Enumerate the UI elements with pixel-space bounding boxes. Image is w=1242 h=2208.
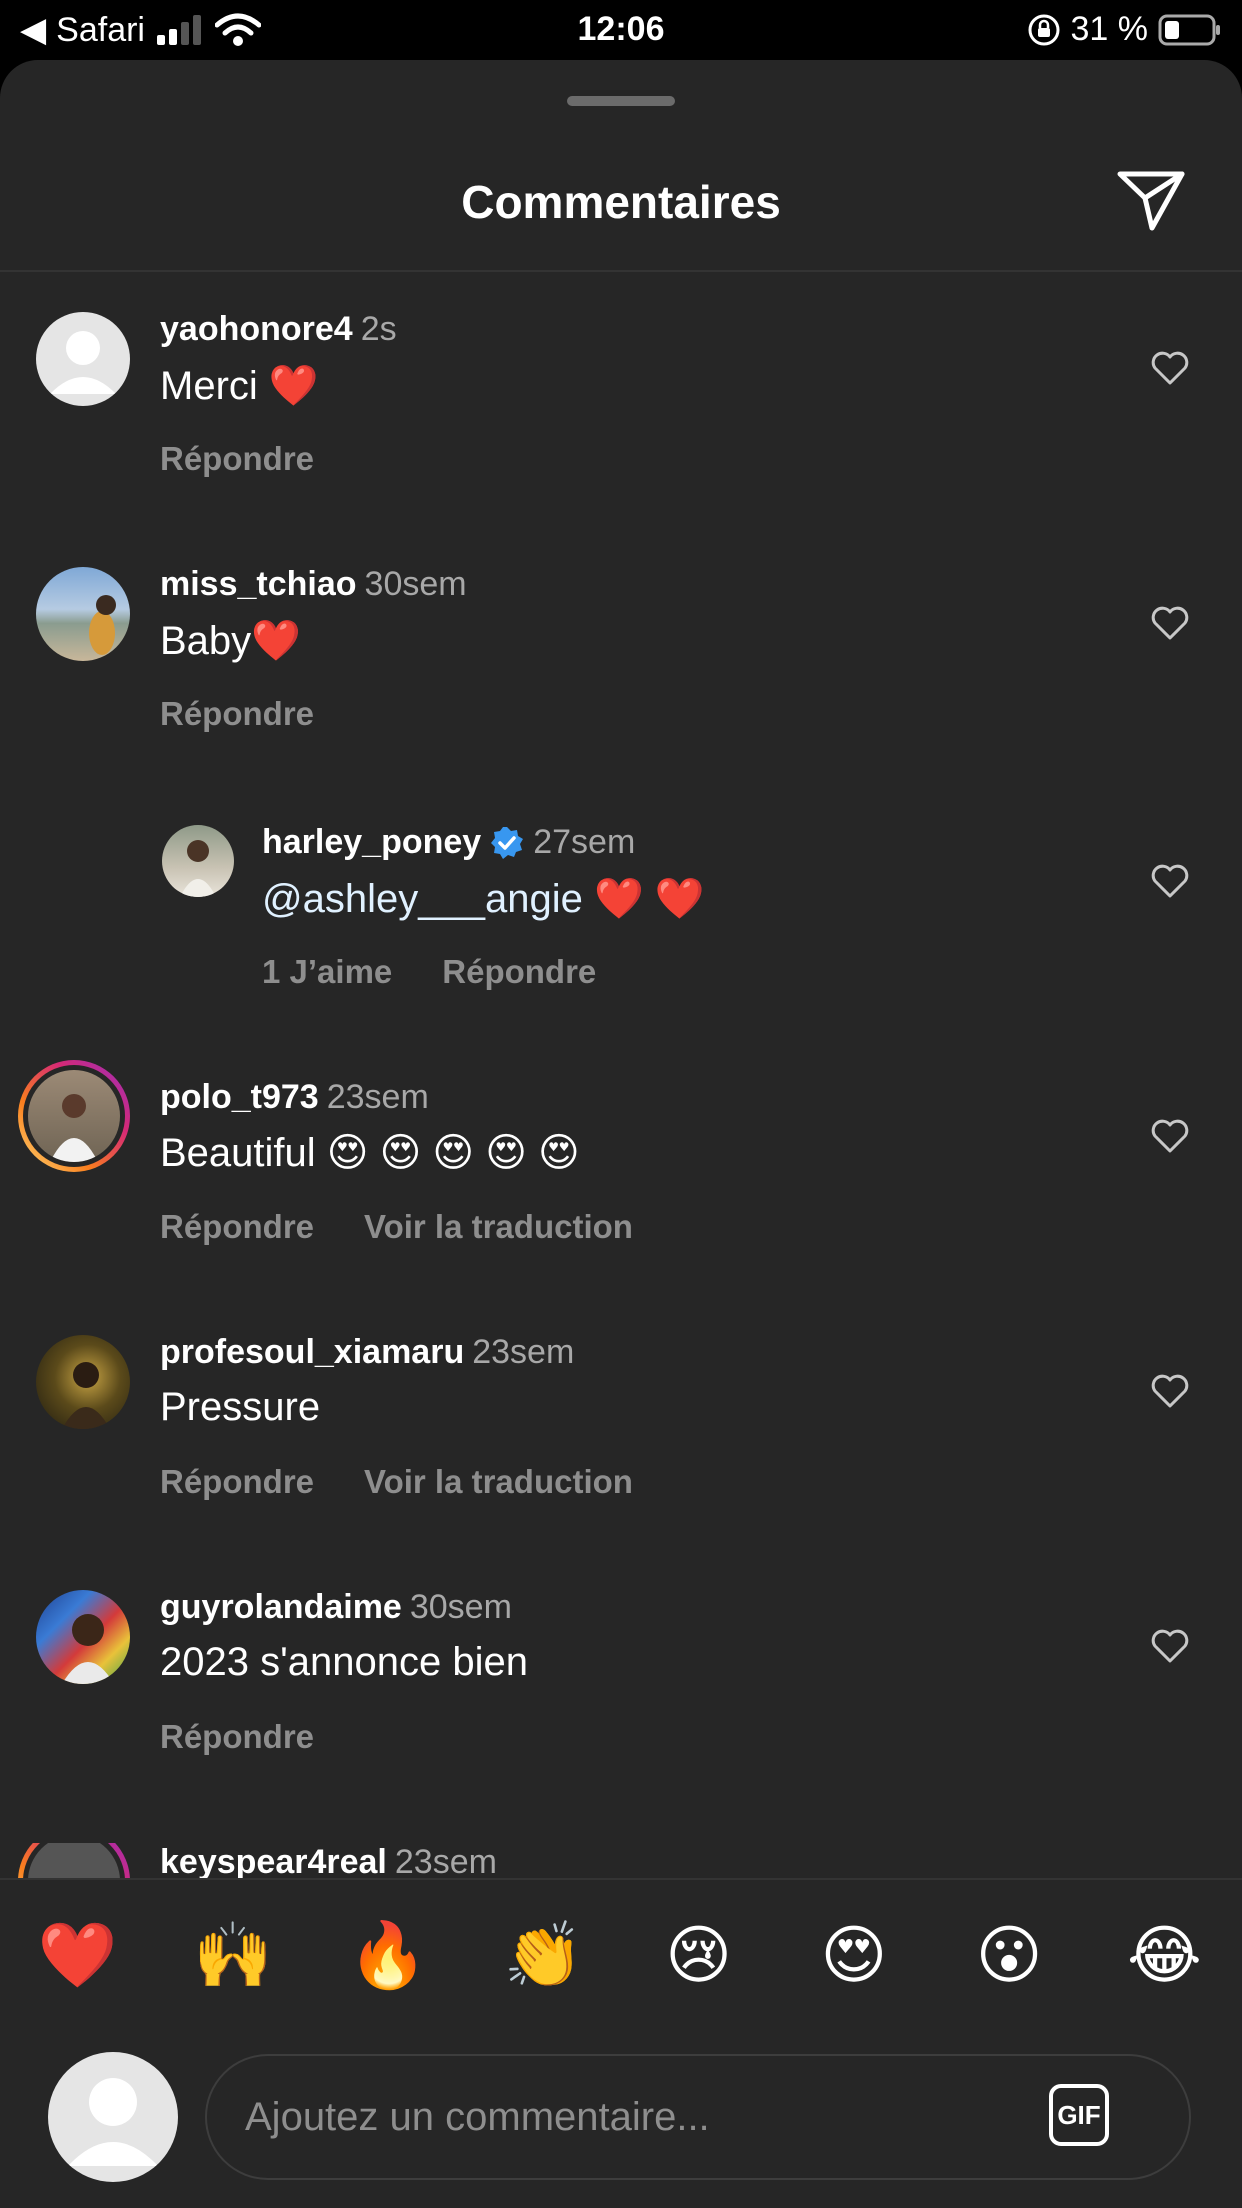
- emoji-clap[interactable]: 👏: [483, 1918, 603, 1993]
- reply-button[interactable]: Répondre: [442, 953, 596, 991]
- battery-icon: [1158, 14, 1220, 45]
- comment-composer: GIF: [0, 2028, 1242, 2208]
- avatar-with-story-ring[interactable]: [18, 1843, 130, 1878]
- reply-button[interactable]: Répondre: [160, 695, 314, 733]
- send-icon[interactable]: [1116, 170, 1186, 232]
- comment-username[interactable]: harley_poney: [262, 823, 481, 862]
- comment-actions: Répondre: [160, 440, 314, 478]
- comment-item: keyspear4real 23sem: [0, 1843, 1242, 1878]
- heart-icon[interactable]: [1150, 1118, 1190, 1154]
- profile-photo: [62, 1362, 110, 1429]
- comment-time: 30sem: [409, 1588, 512, 1626]
- comment-item: yaohonore4 2s Merci ❤️ Répondre: [0, 310, 1242, 550]
- reply-item: harley_poney 27sem @ashley___angie ❤️ ❤️…: [0, 823, 1242, 1063]
- reply-button[interactable]: Répondre: [160, 1463, 314, 1501]
- comment-username[interactable]: miss_tchiao: [160, 565, 357, 603]
- emoji-heart-eyes[interactable]: 😍: [794, 1918, 914, 1993]
- comment-time: 23sem: [394, 1843, 497, 1878]
- comment-text: @ashley___angie ❤️ ❤️: [262, 877, 705, 921]
- gif-button[interactable]: GIF: [1049, 2084, 1109, 2146]
- default-avatar-icon: [68, 2078, 158, 2166]
- comment-text: Beautiful 😍 😍 😍 😍 😍: [160, 1131, 580, 1175]
- emoji-crying[interactable]: 😢: [639, 1918, 759, 1993]
- comment-username[interactable]: profesoul_xiamaru: [160, 1333, 464, 1371]
- comment-text: 2023 s'annonce bien: [160, 1640, 528, 1684]
- profile-photo: [62, 1614, 114, 1684]
- comment-username[interactable]: yaohonore4: [160, 310, 353, 348]
- see-translation-button[interactable]: Voir la traduction: [364, 1208, 633, 1246]
- profile-photo: [180, 840, 216, 897]
- status-bar: ◀ Safari 12:06 31 %: [0, 0, 1242, 60]
- comment-username[interactable]: guyrolandaime: [160, 1588, 402, 1626]
- comment-input[interactable]: [243, 2086, 1027, 2148]
- status-right: 31 %: [1027, 10, 1223, 49]
- comment-time: 27sem: [533, 823, 636, 861]
- heart-icon[interactable]: [1150, 605, 1190, 641]
- comment-text: Baby❤️: [160, 619, 301, 663]
- emoji-reaction-bar: ❤️ 🙌 🔥 👏 😢 😍 😮 😂: [0, 1878, 1242, 2030]
- comment-actions: 1 J’aime Répondre: [262, 953, 596, 991]
- default-avatar-icon: [50, 331, 116, 394]
- comment-header: polo_t973 23sem: [160, 1078, 429, 1117]
- emoji-raised-hands[interactable]: 🙌: [173, 1918, 293, 1993]
- emoji-laughing[interactable]: 😂: [1104, 1918, 1224, 1993]
- comment-actions: Répondre Voir la traduction: [160, 1463, 633, 1501]
- reply-button[interactable]: Répondre: [160, 440, 314, 478]
- beach-photo: [89, 595, 116, 655]
- orientation-lock-icon: [1028, 14, 1059, 45]
- avatar[interactable]: [48, 2052, 178, 2182]
- comment-time: 2s: [360, 310, 397, 348]
- likes-count-button[interactable]: 1 J’aime: [262, 953, 392, 991]
- sheet-header: Commentaires: [0, 60, 1242, 272]
- verified-badge-icon: [491, 826, 524, 859]
- comment-time: 23sem: [472, 1333, 575, 1371]
- comment-text: Pressure: [160, 1385, 321, 1429]
- comment-item: guyrolandaime 30sem 2023 s'annonce bien R…: [0, 1588, 1242, 1828]
- reply-button[interactable]: Répondre: [160, 1208, 314, 1246]
- page-title: Commentaires: [461, 176, 781, 228]
- comment-actions: Répondre: [160, 1718, 314, 1756]
- heart-icon[interactable]: [1150, 863, 1190, 899]
- comment-time: 23sem: [326, 1078, 429, 1116]
- battery-percent: 31 %: [1070, 10, 1149, 48]
- comment-item: profesoul_xiamaru 23sem Pressure Répondre…: [0, 1333, 1242, 1573]
- comment-item: miss_tchiao 30sem Baby❤️ Répondre: [0, 565, 1242, 805]
- comment-text: Merci ❤️: [160, 364, 319, 408]
- see-translation-button[interactable]: Voir la traduction: [364, 1463, 633, 1501]
- avatar[interactable]: [162, 825, 234, 897]
- comment-input-box[interactable]: GIF: [205, 2054, 1191, 2180]
- heart-icon[interactable]: [1150, 1628, 1190, 1664]
- emoji-surprised[interactable]: 😮: [949, 1918, 1069, 1993]
- avatar[interactable]: [36, 312, 130, 406]
- heart-icon[interactable]: [1150, 350, 1190, 386]
- comment-username[interactable]: polo_t973: [160, 1078, 319, 1116]
- comment-header: keyspear4real 23sem: [160, 1843, 497, 1878]
- comment-header: yaohonore4 2s: [160, 310, 397, 349]
- emoji-fire[interactable]: 🔥: [328, 1918, 448, 1993]
- profile-photo: [50, 1094, 98, 1162]
- reply-button[interactable]: Répondre: [160, 1718, 314, 1756]
- avatar[interactable]: [36, 1335, 130, 1429]
- comment-time: 30sem: [364, 565, 467, 603]
- comment-header: harley_poney 27sem: [262, 823, 635, 862]
- comment-username[interactable]: keyspear4real: [160, 1843, 387, 1878]
- emoji-heart[interactable]: ❤️: [18, 1918, 138, 1993]
- heart-icon[interactable]: [1150, 1373, 1190, 1409]
- comment-actions: Répondre Voir la traduction: [160, 1208, 633, 1246]
- avatar[interactable]: [36, 567, 130, 661]
- avatar-with-story-ring[interactable]: [18, 1060, 130, 1172]
- comment-header: miss_tchiao 30sem: [160, 565, 467, 604]
- comment-actions: Répondre: [160, 695, 314, 733]
- comment-header: guyrolandaime 30sem: [160, 1588, 512, 1627]
- comment-item: polo_t973 23sem Beautiful 😍 😍 😍 😍 😍 Répon…: [0, 1060, 1242, 1318]
- avatar[interactable]: [36, 1590, 130, 1684]
- comment-header: profesoul_xiamaru 23sem: [160, 1333, 574, 1372]
